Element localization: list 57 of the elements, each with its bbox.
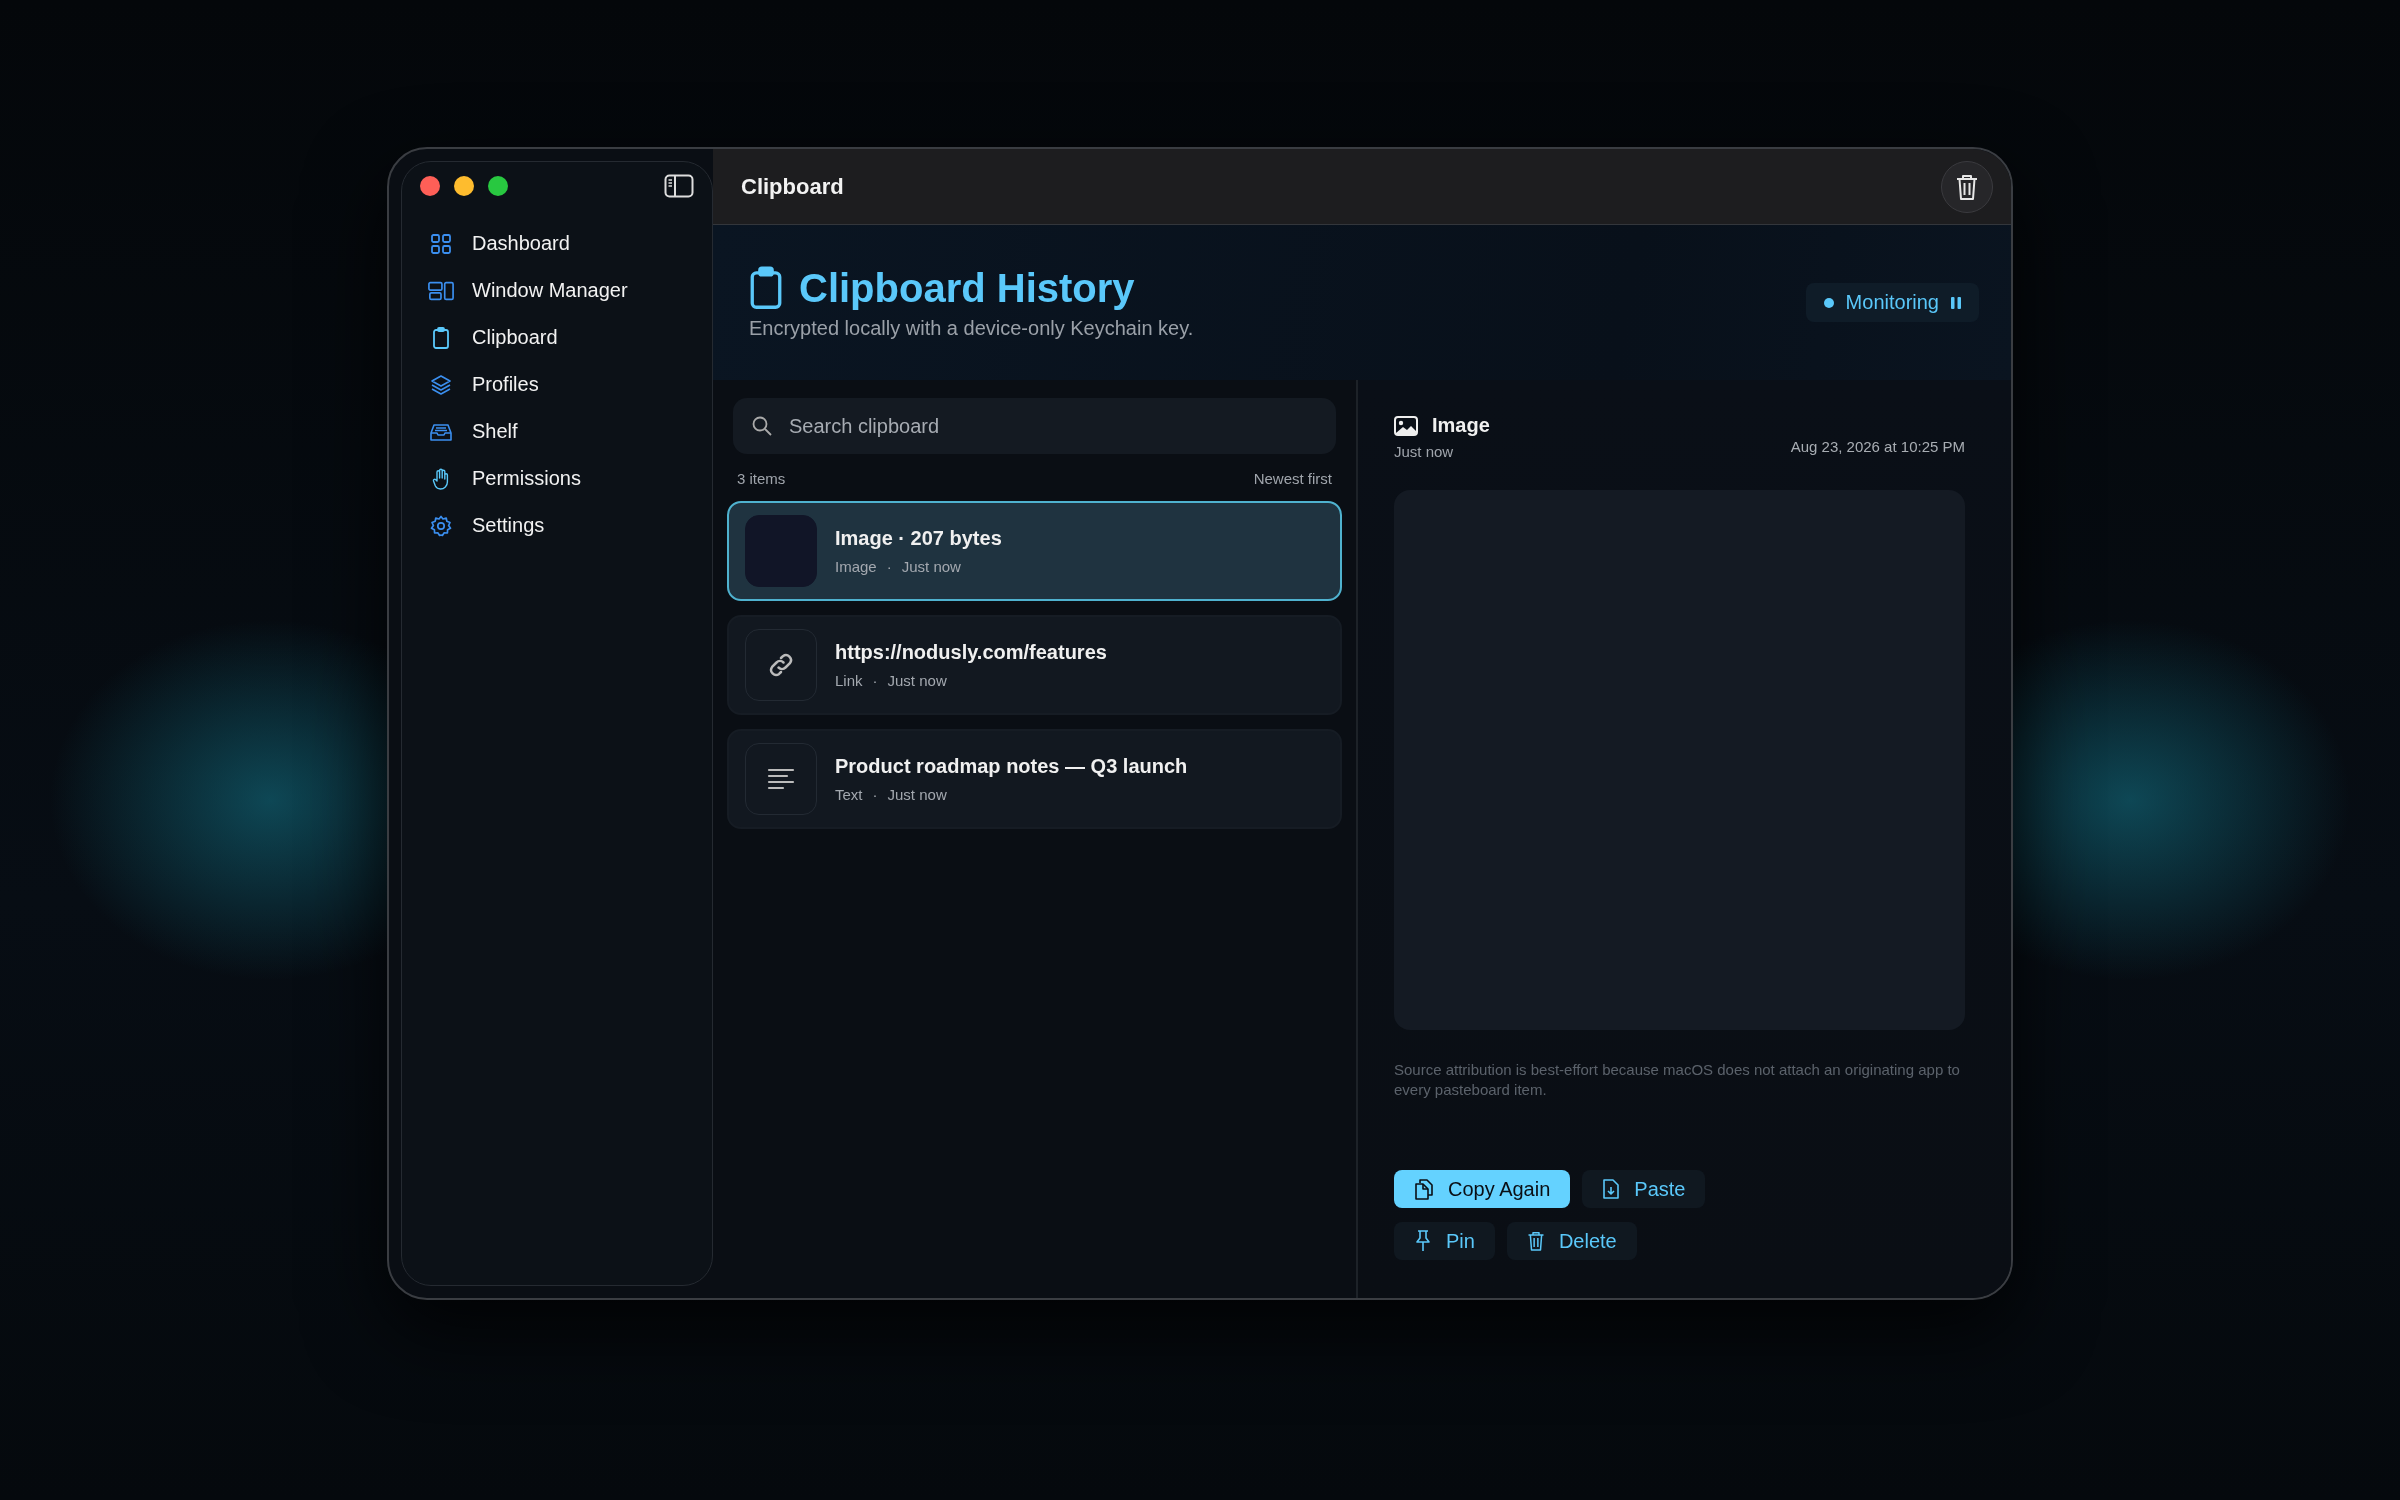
separator-dot: · <box>872 672 878 689</box>
layers-icon <box>428 372 454 397</box>
detail-time: Just now <box>1394 443 1455 460</box>
item-type: Image <box>835 558 877 575</box>
item-count: 3 items <box>737 470 786 487</box>
text-thumbnail <box>745 743 817 815</box>
page-title: Clipboard History <box>799 265 1135 311</box>
document-download-icon <box>1602 1178 1621 1200</box>
item-type: Link <box>835 672 863 689</box>
zoom-button[interactable] <box>488 176 508 196</box>
image-thumbnail <box>745 515 817 587</box>
close-button[interactable] <box>420 176 440 196</box>
item-time: Just now <box>901 558 961 575</box>
paste-button[interactable]: Paste <box>1582 1170 1706 1208</box>
separator-dot: · <box>886 558 892 575</box>
copy-again-button[interactable]: Copy Again <box>1394 1170 1571 1208</box>
detail-date: Aug 23, 2026 at 10:25 PM <box>1790 438 1965 455</box>
status-dot <box>1823 297 1834 308</box>
item-time: Just now <box>887 672 947 689</box>
clipboard-item[interactable]: Image · 207 bytes Image · Just now <box>727 501 1342 601</box>
copy-icon <box>1414 1178 1434 1200</box>
window-title: Clipboard <box>741 173 844 200</box>
sidebar-item[interactable]: Window Manager <box>428 267 712 314</box>
clipboard-item[interactable]: Product roadmap notes — Q3 launch Text · Just now <box>727 729 1342 829</box>
minimize-button[interactable] <box>454 176 474 196</box>
grid-icon <box>428 231 454 256</box>
item-title: https://nodusly.com/features <box>835 641 1107 664</box>
sort-order: Newest first <box>1253 470 1332 487</box>
search-field[interactable]: Search clipboard <box>733 398 1336 454</box>
link-thumbnail <box>745 629 817 701</box>
sidebar-item[interactable]: Dashboard <box>428 220 712 267</box>
clipboard-item[interactable]: https://nodusly.com/features Link · Just now <box>727 615 1342 715</box>
trash-icon <box>1955 172 1979 201</box>
sidebar-item[interactable]: Profiles <box>428 361 712 408</box>
item-time: Just now <box>887 786 947 803</box>
search-icon <box>751 415 773 437</box>
attribution-note: Source attribution is best-effort because macOS does not attach an originating app to every pasteboard item. <box>1394 1060 1961 1100</box>
clipboard-icon <box>749 266 783 310</box>
pause-icon <box>1951 295 1961 310</box>
page-subtitle: Encrypted locally with a device-only Keychain key. <box>749 316 1194 340</box>
item-title: Image · 207 bytes <box>835 527 1002 550</box>
sidebar-item[interactable]: Permissions <box>428 455 712 502</box>
sidebar-item[interactable]: Shelf <box>428 408 712 455</box>
item-type: Text <box>835 786 863 803</box>
image-icon <box>1394 415 1418 436</box>
pin-icon <box>1414 1229 1432 1253</box>
monitoring-toggle[interactable]: Monitoring <box>1805 283 1979 322</box>
sidebar-item[interactable]: Clipboard <box>428 314 712 361</box>
delete-button[interactable]: Delete <box>1506 1222 1637 1260</box>
pin-button[interactable]: Pin <box>1394 1222 1495 1260</box>
sidebar-toggle-icon[interactable] <box>664 174 694 198</box>
settings-icon <box>428 513 454 538</box>
separator-dot: · <box>872 786 878 803</box>
item-title: Product roadmap notes — Q3 launch <box>835 755 1188 778</box>
detail-title: Image <box>1432 414 1490 437</box>
trash-icon <box>1526 1230 1545 1252</box>
sidebar-item[interactable]: Settings <box>428 502 712 549</box>
